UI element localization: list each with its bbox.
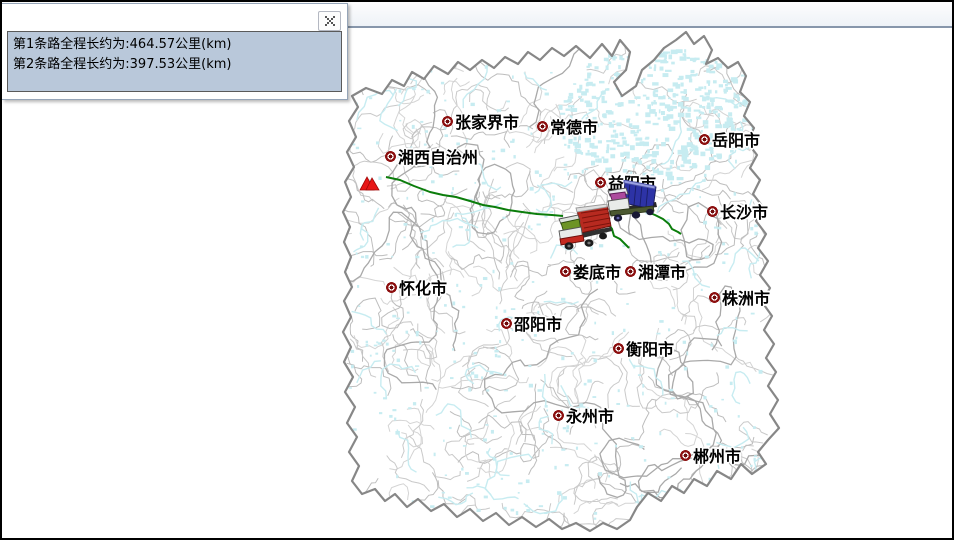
route-2-length-text: 第2条路全程长约为:397.53公里(km) [13,55,336,75]
map-canvas[interactable]: 湘西自治州张家界市常德市岳阳市益阳市长沙市娄底市湘潭市株洲市怀化市邵阳市衡阳市永… [2,28,952,538]
city-label: 衡阳市 [626,336,674,360]
city-marker-icon [699,134,710,145]
city-marker-icon [386,282,397,293]
city-label: 怀化市 [399,275,447,299]
city-张家界市: 张家界市 [442,109,519,133]
route-1-length-text: 第1条路全程长约为:464.57公里(km) [13,35,336,55]
city-label: 郴州市 [693,443,741,467]
city-常德市: 常德市 [537,114,598,138]
blue-cargo-truck[interactable] [606,180,664,228]
city-marker-icon [537,121,548,132]
city-marker-icon [625,266,636,277]
city-湘潭市: 湘潭市 [625,259,686,283]
city-岳阳市: 岳阳市 [699,127,760,151]
city-永州市: 永州市 [553,403,614,427]
city-label: 邵阳市 [514,311,562,335]
city-marker-icon [501,318,512,329]
city-label: 岳阳市 [712,127,760,151]
city-长沙市: 长沙市 [707,199,768,223]
city-marker-icon [613,343,624,354]
panel-close-button[interactable] [318,11,341,31]
city-marker-icon [553,410,564,421]
city-label: 永州市 [566,403,614,427]
city-label: 长沙市 [720,199,768,223]
city-郴州市: 郴州市 [680,443,741,467]
city-label: 株洲市 [722,285,770,309]
city-衡阳市: 衡阳市 [613,336,674,360]
map-window-frame: 地图窗口 湘西自治州张家界市常德市岳阳市益阳市长沙市娄底市湘潭市株洲市怀化市邵阳… [0,0,954,540]
city-株洲市: 株洲市 [709,285,770,309]
route-length-infobox: 第1条路全程长约为:464.57公里(km) 第2条路全程长约为:397.53公… [7,31,342,92]
city-邵阳市: 邵阳市 [501,311,562,335]
city-湘西自治州: 湘西自治州 [385,144,478,168]
city-marker-icon [442,116,453,127]
city-marker-icon [560,266,571,277]
city-marker-icon [707,206,718,217]
city-label: 张家界市 [455,109,519,133]
city-label: 常德市 [550,114,598,138]
city-怀化市: 怀化市 [386,275,447,299]
route-info-panel: 第1条路全程长约为:464.57公里(km) 第2条路全程长约为:397.53公… [2,3,348,100]
city-marker-icon [385,151,396,162]
dotted-close-icon [325,16,335,26]
map-svg [2,28,952,538]
city-marker-icon [709,292,720,303]
city-label: 娄底市 [573,259,621,283]
city-marker-icon [680,450,691,461]
city-label: 湘潭市 [638,259,686,283]
city-label: 湘西自治州 [398,144,478,168]
city-marker-icon [595,177,606,188]
city-娄底市: 娄底市 [560,259,621,283]
